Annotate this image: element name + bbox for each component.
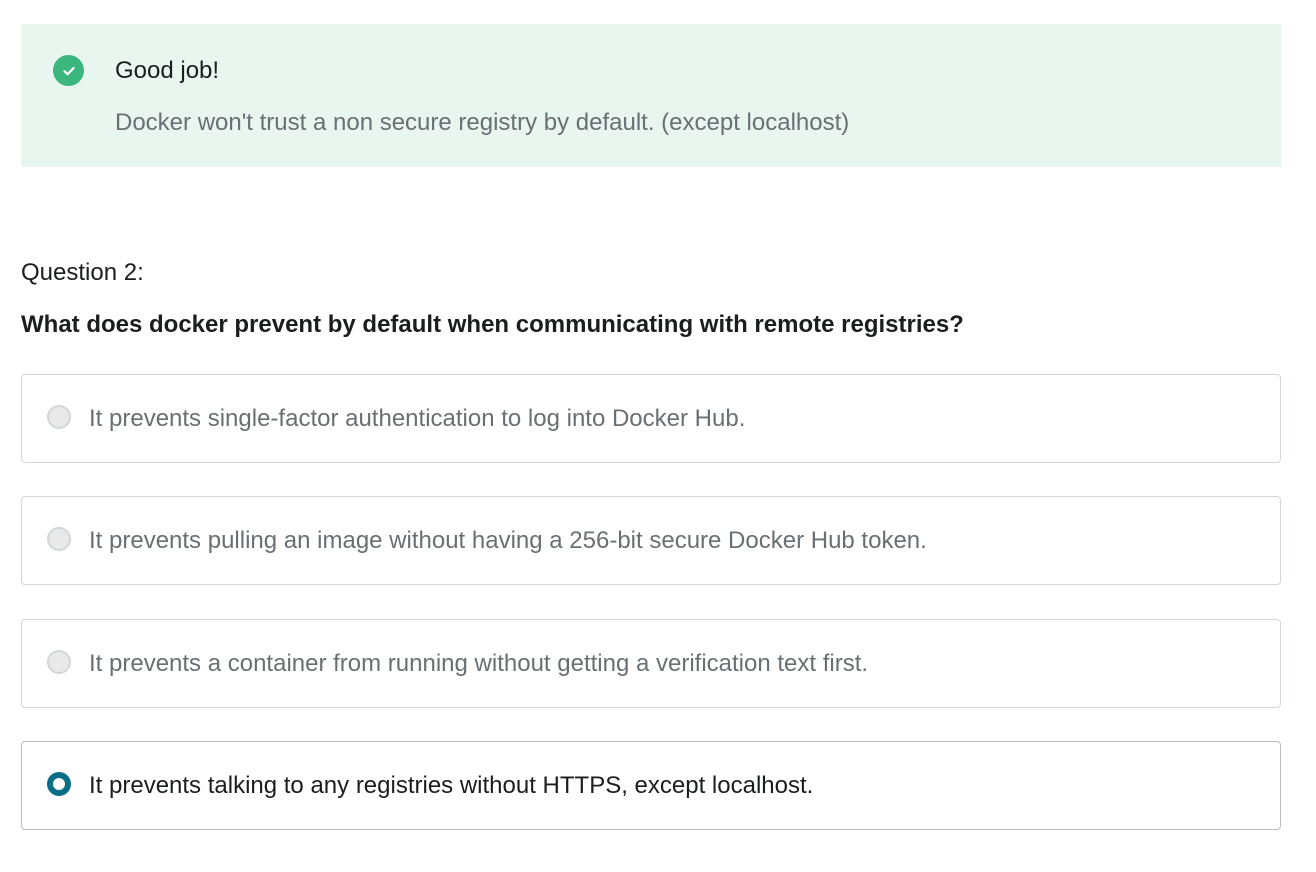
check-circle-icon	[53, 55, 84, 86]
answer-option-text: It prevents single-factor authentication…	[89, 405, 746, 432]
radio-button[interactable]	[47, 527, 71, 551]
radio-button-selected[interactable]	[47, 772, 71, 796]
answer-option-4[interactable]: It prevents talking to any registries wi…	[21, 741, 1281, 830]
radio-button[interactable]	[47, 650, 71, 674]
answer-option-2[interactable]: It prevents pulling an image without hav…	[21, 496, 1281, 585]
question-prompt: What does docker prevent by default when…	[21, 311, 964, 338]
answer-option-text: It prevents talking to any registries wi…	[89, 772, 814, 799]
feedback-message: Docker won't trust a non secure registry…	[115, 109, 850, 136]
feedback-banner: Good job! Docker won't trust a non secur…	[21, 24, 1281, 167]
feedback-title: Good job!	[115, 57, 220, 84]
answer-option-3[interactable]: It prevents a container from running wit…	[21, 619, 1281, 708]
radio-button[interactable]	[47, 405, 71, 429]
question-number: Question 2:	[21, 259, 144, 286]
answer-option-text: It prevents pulling an image without hav…	[89, 527, 927, 554]
answer-option-1[interactable]: It prevents single-factor authentication…	[21, 374, 1281, 463]
answer-option-text: It prevents a container from running wit…	[89, 650, 869, 677]
